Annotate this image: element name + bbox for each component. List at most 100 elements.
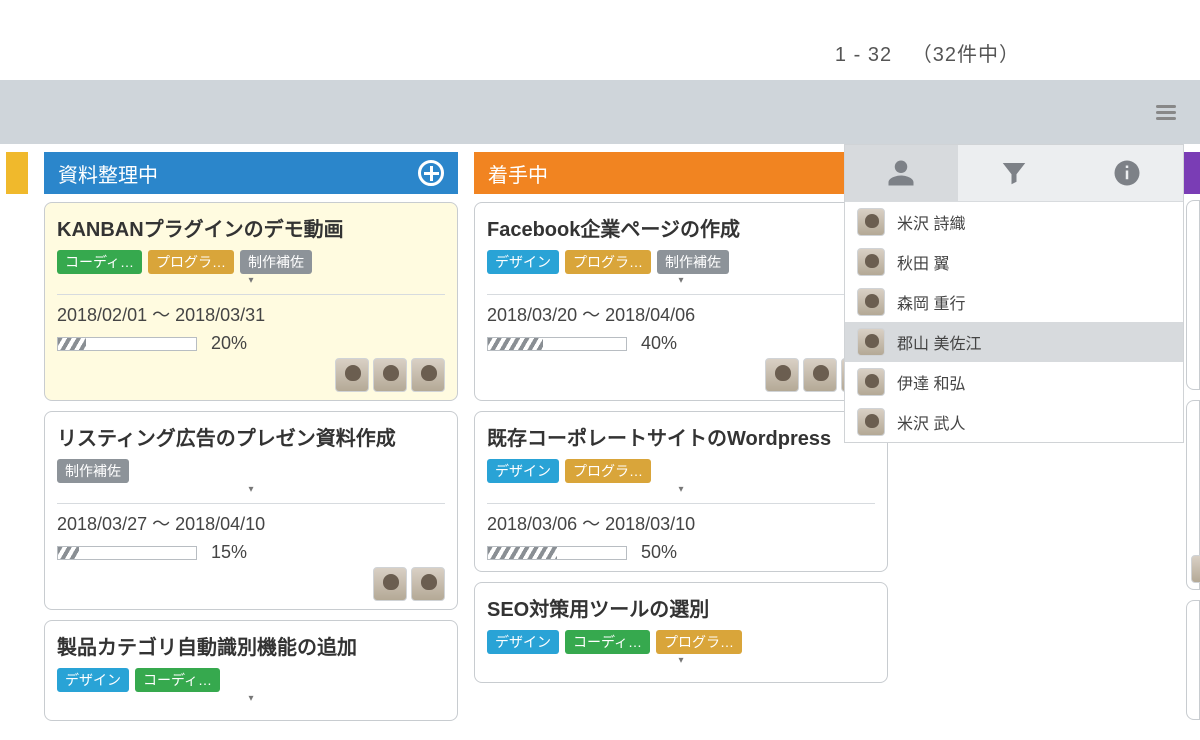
card-date-range: 2018/03/06 ～ 2018/03/10 <box>487 510 875 536</box>
kanban-card-peek[interactable] <box>1186 400 1200 590</box>
kanban-card[interactable]: KANBANプラグインのデモ動画 コーディ… プログラ… 制作補佐 ▾ 2018… <box>44 202 458 401</box>
side-panel-tabs <box>845 145 1183 201</box>
card-title: 製品カテゴリ自動識別機能の追加 <box>57 631 445 660</box>
card-title: 既存コーポレートサイトのWordpress <box>487 422 875 451</box>
avatar[interactable] <box>765 358 799 392</box>
card-title: SEO対策用ツールの選別 <box>487 593 875 622</box>
card-assignees <box>57 358 445 392</box>
column-title: 資料整理中 <box>58 159 158 188</box>
person-icon <box>886 158 916 188</box>
progress-bar <box>57 546 197 560</box>
avatar <box>857 328 885 356</box>
card-tags: デザイン プログラ… 制作補佐 <box>487 250 875 274</box>
card-date-range: 2018/02/01 ～ 2018/03/31 <box>57 301 445 327</box>
tag: 制作補佐 <box>240 250 312 274</box>
kanban-card[interactable]: Facebook企業ページの作成 デザイン プログラ… 制作補佐 ▾ 2018/… <box>474 202 888 401</box>
card-tags: デザイン コーディ… プログラ… <box>487 630 875 654</box>
expand-chevron-icon[interactable]: ▾ <box>487 278 875 288</box>
tab-info[interactable] <box>1070 145 1183 201</box>
user-list-item[interactable]: 米沢 詩織 <box>845 202 1183 242</box>
tag: デザイン <box>57 668 129 692</box>
toolbar <box>0 80 1200 144</box>
user-list-item[interactable]: 伊達 和弘 <box>845 362 1183 402</box>
card-title: KANBANプラグインのデモ動画 <box>57 213 445 242</box>
progress-percent: 50% <box>641 542 677 563</box>
progress-percent: 15% <box>211 542 247 563</box>
tag: 制作補佐 <box>57 459 129 483</box>
tag: 制作補佐 <box>657 250 729 274</box>
tag: プログラ… <box>565 250 651 274</box>
avatar[interactable] <box>373 567 407 601</box>
card-date-range: 2018/03/20 ～ 2018/04/06 <box>487 301 875 327</box>
column-header[interactable]: 資料整理中 <box>44 152 458 194</box>
tag: コーディ… <box>135 668 220 692</box>
tab-users[interactable] <box>845 145 958 201</box>
expand-chevron-icon[interactable]: ▾ <box>57 696 445 706</box>
kanban-card[interactable]: 既存コーポレートサイトのWordpress デザイン プログラ… ▾ 2018/… <box>474 411 888 572</box>
user-name: 郡山 美佐江 <box>897 330 981 354</box>
card-progress: 20% <box>57 333 445 354</box>
pager-range: 1 - 32 <box>835 44 892 66</box>
expand-chevron-icon[interactable]: ▾ <box>487 658 875 668</box>
hamburger-icon[interactable] <box>1156 102 1176 120</box>
avatar[interactable] <box>335 358 369 392</box>
info-icon <box>1112 158 1142 188</box>
tag: デザイン <box>487 630 559 654</box>
avatar <box>1191 555 1200 583</box>
avatar <box>857 288 885 316</box>
card-progress: 15% <box>57 542 445 563</box>
user-list-item[interactable]: 郡山 美佐江 <box>845 322 1183 362</box>
tag: デザイン <box>487 459 559 483</box>
kanban-card-peek[interactable] <box>1186 200 1200 390</box>
avatar[interactable] <box>411 567 445 601</box>
expand-chevron-icon[interactable]: ▾ <box>487 487 875 497</box>
progress-percent: 40% <box>641 333 677 354</box>
avatar[interactable] <box>373 358 407 392</box>
user-list-item[interactable]: 米沢 武人 <box>845 402 1183 442</box>
expand-chevron-icon[interactable]: ▾ <box>57 278 445 288</box>
side-panel: 米沢 詩織 秋田 翼 森岡 重行 郡山 美佐江 伊達 和弘 米沢 武人 <box>844 144 1184 443</box>
card-tags: デザイン コーディ… <box>57 668 445 692</box>
progress-bar <box>487 337 627 351</box>
divider <box>57 294 445 295</box>
tag: コーディ… <box>565 630 650 654</box>
kanban-card[interactable]: 製品カテゴリ自動識別機能の追加 デザイン コーディ… ▾ <box>44 620 458 721</box>
kanban-card[interactable]: SEO対策用ツールの選別 デザイン コーディ… プログラ… ▾ <box>474 582 888 683</box>
tab-filter[interactable] <box>958 145 1071 201</box>
pager: 1 - 32 （32件中） <box>835 38 1020 67</box>
avatar[interactable] <box>411 358 445 392</box>
card-assignees <box>487 358 875 392</box>
card-title: Facebook企業ページの作成 <box>487 213 875 242</box>
card-assignees <box>57 567 445 601</box>
progress-bar <box>57 337 197 351</box>
divider <box>57 503 445 504</box>
avatar[interactable] <box>803 358 837 392</box>
progress-percent: 20% <box>211 333 247 354</box>
card-list: KANBANプラグインのデモ動画 コーディ… プログラ… 制作補佐 ▾ 2018… <box>44 194 458 721</box>
user-list-item[interactable]: 森岡 重行 <box>845 282 1183 322</box>
card-title: リスティング広告のプレゼン資料作成 <box>57 422 445 451</box>
user-name: 伊達 和弘 <box>897 370 965 394</box>
column-title: 着手中 <box>488 159 548 188</box>
expand-chevron-icon[interactable]: ▾ <box>57 487 445 497</box>
user-name: 秋田 翼 <box>897 250 949 274</box>
pager-total: （32件中） <box>912 44 1020 66</box>
tag: デザイン <box>487 250 559 274</box>
avatar <box>857 408 885 436</box>
card-tags: デザイン プログラ… <box>487 459 875 483</box>
user-name: 米沢 武人 <box>897 410 965 434</box>
column-collapsed-left[interactable] <box>6 152 28 194</box>
card-tags: 制作補佐 <box>57 459 445 483</box>
card-progress: 40% <box>487 333 875 354</box>
column-header[interactable]: 着手中 <box>474 152 888 194</box>
avatar <box>857 248 885 276</box>
card-tags: コーディ… プログラ… 制作補佐 <box>57 250 445 274</box>
user-list: 米沢 詩織 秋田 翼 森岡 重行 郡山 美佐江 伊達 和弘 米沢 武人 <box>845 201 1183 442</box>
card-date-range: 2018/03/27 ～ 2018/04/10 <box>57 510 445 536</box>
kanban-card-peek[interactable] <box>1186 600 1200 720</box>
tag: コーディ… <box>57 250 142 274</box>
funnel-icon <box>999 158 1029 188</box>
user-list-item[interactable]: 秋田 翼 <box>845 242 1183 282</box>
add-card-icon[interactable] <box>418 160 444 186</box>
kanban-card[interactable]: リスティング広告のプレゼン資料作成 制作補佐 ▾ 2018/03/27 ～ 20… <box>44 411 458 610</box>
